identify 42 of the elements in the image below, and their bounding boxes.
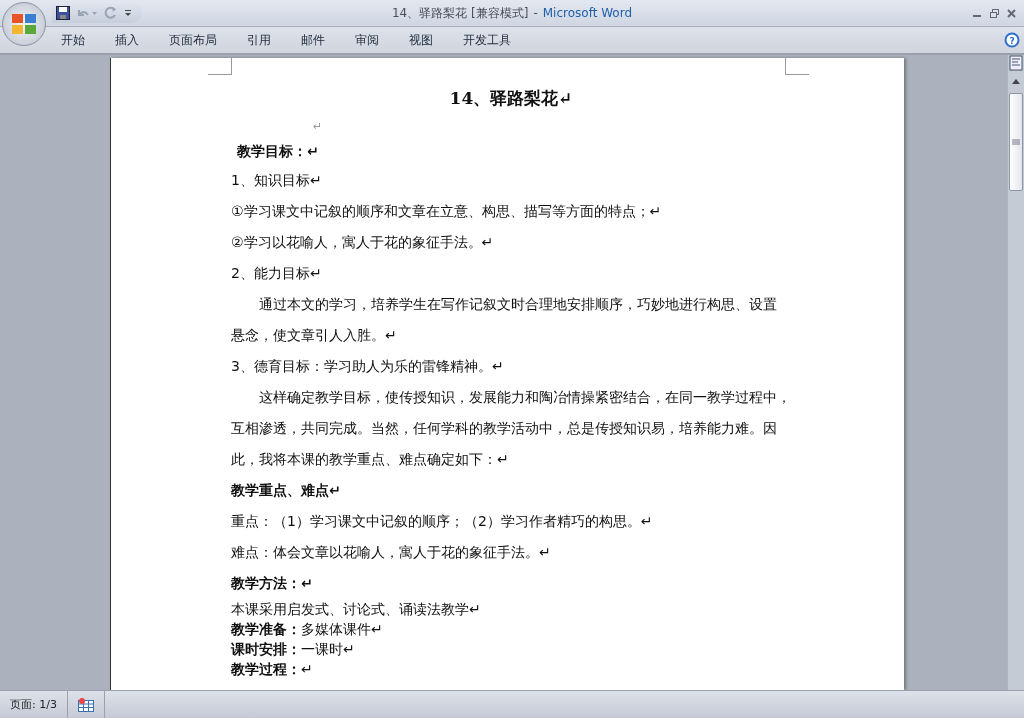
- ribbon-tab[interactable]: 开始: [50, 28, 96, 52]
- paragraph: 2、能力目标↵: [231, 264, 323, 283]
- close-icon[interactable]: [1007, 8, 1016, 18]
- document-title: 14、驿路梨花↵: [448, 88, 574, 108]
- paragraph-mark: ↵: [312, 119, 324, 135]
- ribbon-tab[interactable]: 开发工具: [452, 28, 522, 52]
- scrollbar-thumb[interactable]: [1009, 93, 1023, 191]
- title-separator: -: [533, 6, 538, 20]
- crop-mark: [208, 58, 232, 75]
- ribbon-tab[interactable]: 视图: [398, 28, 444, 52]
- ribbon-tab[interactable]: 页面布局: [158, 28, 228, 52]
- paragraph: 教学过程：↵: [231, 660, 314, 679]
- paragraph: 通过本文的学习，培养学生在写作记叙文时合理地安排顺序，巧妙地进行构思、设置 悬念，使文章引人入胜。↵: [231, 295, 778, 345]
- paragraph: 教学准备：多媒体课件↵: [231, 620, 384, 639]
- paragraph: ②学习以花喻人，寓人于花的象征手法。↵: [231, 233, 495, 252]
- ribbon-tab[interactable]: 插入: [104, 28, 150, 52]
- paragraph: 这样确定教学目标，使传授知识，发展能力和陶冶情操紧密结合，在同一教学过程中， 互相渗透，共同完成。当然，任何学科的教学活动中，总是传授知识易，培养能力难。因 此，我将本课的教学重点、难点确定如下：↵: [231, 388, 792, 469]
- spreadsheet-icon[interactable]: [77, 697, 94, 712]
- crop-mark: [785, 58, 809, 75]
- section-heading: 教学目标：↵: [236, 142, 320, 161]
- paragraph: 3、德育目标：学习助人为乐的雷锋精神。↵: [231, 357, 505, 376]
- paragraph: 本课采用启发式、讨论式、诵读法教学↵: [231, 600, 482, 619]
- paragraph: 难点：体会文章以花喻人，寓人于花的象征手法。↵: [231, 543, 552, 562]
- save-icon[interactable]: [56, 6, 70, 20]
- ribbon-tab[interactable]: 审阅: [344, 28, 390, 52]
- paragraph: 课时安排：一课时↵: [231, 640, 356, 659]
- scroll-up-icon[interactable]: [1011, 77, 1021, 85]
- app-name: Microsoft Word: [542, 6, 633, 20]
- section-heading: 教学方法：↵: [231, 574, 314, 593]
- paragraph: ①学习课文中记叙的顺序和文章在立意、构思、描写等方面的特点；↵: [231, 202, 663, 221]
- section-heading: 教学重点、难点↵: [231, 481, 342, 500]
- ruler-toggle-icon[interactable]: [1009, 55, 1023, 71]
- ribbon-tab[interactable]: 引用: [236, 28, 282, 52]
- customize-menu-icon[interactable]: [124, 9, 132, 17]
- restore-icon[interactable]: [990, 8, 999, 18]
- paragraph: 1、知识目标↵: [231, 171, 323, 190]
- page-indicator[interactable]: 页面: 1/3: [0, 691, 68, 718]
- ribbon-tab[interactable]: 邮件: [290, 28, 336, 52]
- help-icon[interactable]: ?: [1004, 32, 1020, 48]
- office-logo-icon: [11, 12, 37, 36]
- window-title: 14、驿路梨花 [兼容模式]: [391, 4, 529, 22]
- paragraph: 重点：（1）学习课文中记叙的顺序；（2）学习作者精巧的构思。↵: [231, 512, 654, 531]
